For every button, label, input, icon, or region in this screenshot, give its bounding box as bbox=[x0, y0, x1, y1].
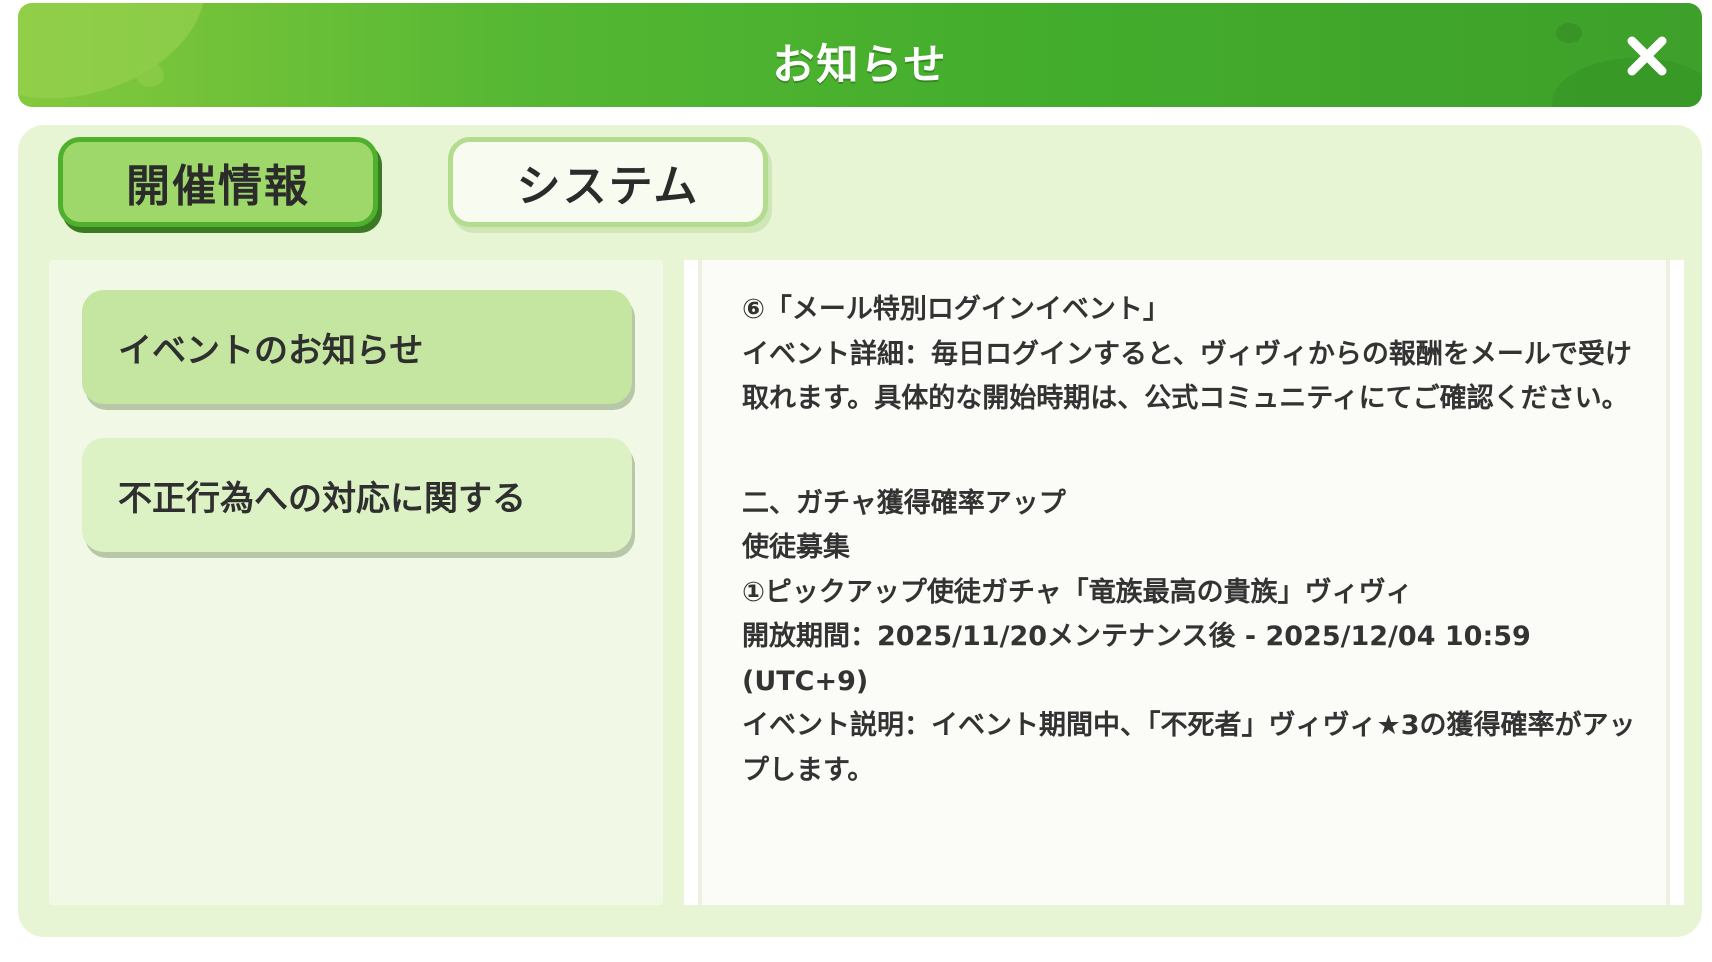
notice-list: イベントのお知らせ 不正行為への対応に関する bbox=[49, 260, 663, 905]
tab-label: 開催情報 bbox=[126, 161, 310, 212]
close-button[interactable] bbox=[1622, 31, 1672, 81]
dialog-body: 開催情報 システム イベントのお知らせ 不正行為への対応に関する ⑥「メール特別… bbox=[18, 125, 1702, 937]
tab-system[interactable]: システム bbox=[448, 137, 768, 227]
notice-content-scroll[interactable]: ⑥「メール特別ログインイベント」 イベント詳細：毎日ログインすると、ヴィヴィから… bbox=[698, 260, 1670, 905]
notice-line: ⑥「メール特別ログインイベント」 bbox=[742, 294, 1170, 325]
list-item-label: イベントのお知らせ bbox=[118, 330, 424, 371]
list-item-label: 不正行為への対応に関する bbox=[118, 478, 526, 519]
tab-label: システム bbox=[516, 161, 700, 212]
notice-body-text: ⑥「メール特別ログインイベント」 イベント詳細：毎日ログインすると、ヴィヴィから… bbox=[742, 288, 1642, 793]
notice-line: イベント説明：イベント期間中、「不死者」ヴィヴィ★3の獲得確率がアップします。 bbox=[742, 710, 1636, 786]
notice-content-pane[interactable]: ⑥「メール特別ログインイベント」 イベント詳細：毎日ログインすると、ヴィヴィから… bbox=[684, 260, 1684, 905]
dialog-header: お知らせ bbox=[18, 3, 1702, 107]
notice-line: イベント詳細：毎日ログインすると、ヴィヴィからの報酬をメールで受け取れます。具体… bbox=[742, 338, 1632, 415]
notice-dialog: お知らせ 開催情報 システム イベントのお知らせ 不正行為への対応に関する ⑥「… bbox=[0, 0, 1712, 962]
list-item-cheating-policy[interactable]: 不正行為への対応に関する bbox=[82, 438, 632, 552]
notice-line: 開放期間：2025/11/20メンテナンス後 - 2025/12/04 10:5… bbox=[742, 621, 1541, 697]
tab-event-info[interactable]: 開催情報 bbox=[58, 137, 378, 227]
notice-line: ①ピックアップ使徒ガチャ「竜族最高の貴族」ヴィヴィ bbox=[742, 576, 1413, 608]
list-item-event-notice[interactable]: イベントのお知らせ bbox=[82, 290, 632, 404]
dialog-title: お知らせ bbox=[772, 40, 948, 89]
close-icon bbox=[1627, 36, 1667, 76]
notice-line: 二、ガチャ獲得確率アップ bbox=[742, 487, 1066, 519]
notice-line: 使徒募集 bbox=[742, 532, 850, 563]
